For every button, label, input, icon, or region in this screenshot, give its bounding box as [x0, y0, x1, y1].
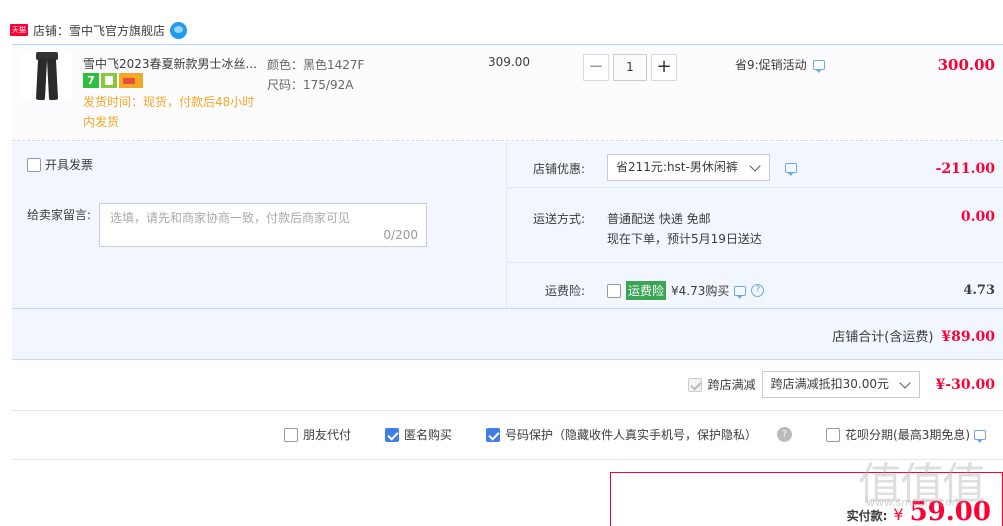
insurance-value: 4.73: [963, 283, 995, 298]
watermark-url: www.smzdm.com: [866, 496, 963, 509]
cross-store-selected: 跨店满减抵扣30.00元: [770, 377, 889, 391]
insurance-price: ¥4.73购买: [671, 284, 730, 298]
qty-plus-button[interactable]: +: [651, 54, 677, 81]
invoice-label: 开具发票: [45, 158, 94, 172]
service-badges: 7: [83, 73, 143, 88]
store-name[interactable]: 店铺：雪中飞官方旗舰店: [33, 22, 165, 39]
unit-price: 309.00: [488, 55, 530, 69]
help-icon[interactable]: ?: [777, 427, 793, 442]
huabei-checkbox[interactable]: [826, 427, 841, 442]
help-icon[interactable]: ?: [751, 284, 765, 297]
wangwang-chat-icon[interactable]: [170, 21, 188, 39]
chat-icon[interactable]: [812, 59, 825, 73]
shop-discount-label: 店铺优惠:: [532, 162, 585, 176]
promo-text: 省9:促销活动: [735, 58, 807, 72]
invoice-option[interactable]: 开具发票: [27, 156, 93, 173]
subtotal-label: 店铺合计(含运费): [832, 330, 934, 345]
huabei-label: 花呗分期(最高3期免息): [845, 428, 971, 442]
ship-time-note: 发货时间：现货，付款后48小时内发货: [83, 95, 255, 129]
number-protect-checkbox[interactable]: [486, 427, 501, 442]
order-options: 朋友代付 匿名购买 号码保护（隐藏收件人真实手机号，保护隐私） ? 花呗分期(最…: [284, 426, 987, 443]
shipping-method-text: 普通配送 快递 免邮: [607, 212, 711, 226]
chevron-down-icon: [898, 377, 911, 389]
product-title[interactable]: 雪中飞2023春夏新款男士冰丝...: [83, 55, 257, 72]
sku-size: 尺码：175/92A: [267, 78, 354, 92]
seven-day-return-icon[interactable]: 7: [83, 73, 99, 88]
cross-store-amount: ¥-30.00: [935, 376, 995, 393]
shipping-method: 普通配送 快递 免邮 现在下单，预计5月19日送达: [607, 209, 762, 249]
qty-minus-button[interactable]: −: [583, 54, 609, 81]
message-placeholder: 选填，请先和商家协商一致，付款后商家可见: [110, 211, 351, 225]
quantity-stepper: − 1 +: [583, 54, 677, 81]
chevron-down-icon: [749, 160, 761, 172]
item-line-total: 300.00: [937, 56, 995, 74]
certificate-icon[interactable]: [101, 73, 117, 88]
insurance-tag: 运费险: [626, 281, 667, 300]
tmall-badge-icon: 天猫: [10, 24, 28, 36]
shop-discount-selected: 省211元:hst-男休闲裤: [616, 160, 738, 174]
anonymous-option[interactable]: 匿名购买: [385, 426, 452, 443]
shop-discount-value: -211.00: [935, 161, 995, 177]
store-header: 天猫 店铺：雪中飞官方旗舰店: [0, 16, 188, 44]
invoice-checkbox[interactable]: [27, 157, 41, 172]
shop-discount-select[interactable]: 省211元:hst-男休闲裤: [607, 154, 770, 181]
number-protect-label: 号码保护（隐藏收件人真实手机号，保护隐私）: [505, 428, 758, 442]
cross-store-checkbox: [687, 377, 702, 392]
product-thumbnail[interactable]: [22, 50, 72, 102]
sku-color: 颜色：黑色1427F: [267, 58, 365, 72]
friend-pay-label: 朋友代付: [303, 428, 352, 442]
chat-icon[interactable]: [785, 163, 797, 176]
promo-info: 省9:促销活动: [735, 56, 825, 73]
friend-pay-checkbox[interactable]: [284, 427, 298, 442]
shipping-label: 运送方式:: [532, 212, 585, 226]
message-label: 给卖家留言:: [27, 208, 92, 222]
shipping-eta: 现在下单，预计5月19日送达: [607, 232, 762, 246]
number-protect-option[interactable]: 号码保护（隐藏收件人真实手机号，保护隐私）: [486, 426, 757, 443]
message-input[interactable]: 选填，请先和商家协商一致，付款后商家可见 0/200: [99, 203, 427, 247]
subtotal-amount: ¥89.00: [941, 329, 995, 345]
insurance-label: 运费险:: [544, 284, 585, 298]
chat-icon[interactable]: [974, 429, 987, 443]
anonymous-label: 匿名购买: [404, 428, 453, 442]
message-char-count: 0/200: [383, 228, 418, 242]
cross-store-select[interactable]: 跨店满减抵扣30.00元: [761, 371, 920, 398]
qty-input[interactable]: 1: [613, 54, 647, 81]
pants-image: [35, 52, 59, 101]
cross-store-label: 跨店满减: [707, 378, 756, 392]
cross-store-discount: 跨店满减 跨店满减抵扣30.00元 ¥-30.00: [687, 371, 995, 398]
insurance-checkbox[interactable]: [607, 283, 621, 298]
shipping-fee: 0.00: [960, 209, 995, 225]
insurance-option: 运费险 ¥4.73购买 ?: [607, 281, 765, 300]
anonymous-checkbox[interactable]: [385, 427, 400, 442]
credit-card-icon[interactable]: [119, 73, 143, 88]
friend-pay-option[interactable]: 朋友代付: [284, 426, 351, 443]
store-subtotal: 店铺合计(含运费) ¥89.00: [832, 326, 995, 345]
chat-icon[interactable]: [734, 285, 747, 299]
sku-info: 颜色：黑色1427F 尺码：175/92A: [267, 55, 364, 95]
huabei-option[interactable]: 花呗分期(最高3期免息): [826, 426, 970, 443]
